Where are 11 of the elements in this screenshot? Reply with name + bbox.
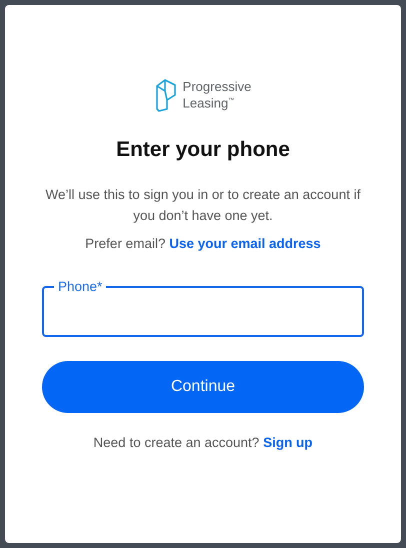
intro-text: We’ll use this to sign you in or to create an account if you don’t have one yet.: [44, 186, 362, 225]
signup-prompt: Need to create an account? Sign up: [93, 435, 313, 450]
email-prompt: Prefer email? Use your email address: [85, 236, 321, 251]
continue-button[interactable]: Continue: [42, 361, 364, 413]
logo-icon: [154, 78, 177, 112]
email-link[interactable]: Use your email address: [169, 236, 321, 251]
logo-text: Leasing$^{™}$: [182, 94, 236, 111]
page-heading: Enter your phone: [116, 138, 290, 162]
logo-text: Progressive: [182, 79, 252, 94]
signup-link[interactable]: Sign up: [263, 435, 313, 450]
phone-field[interactable]: Phone*: [42, 279, 364, 337]
